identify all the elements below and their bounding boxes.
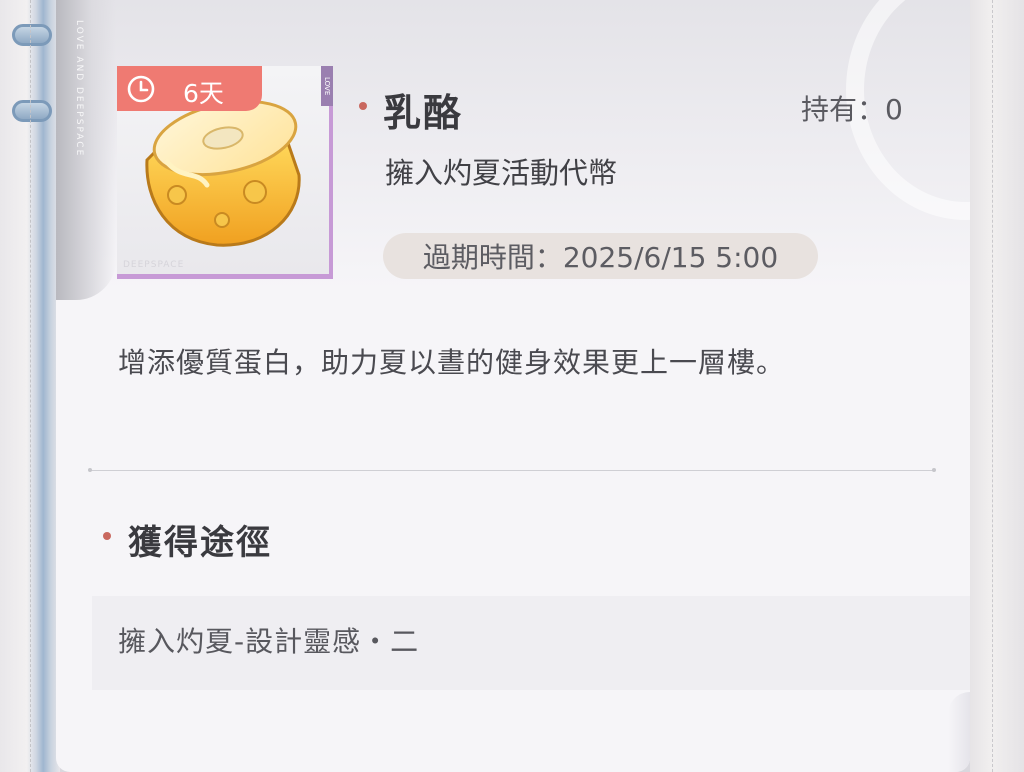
card-side-decoration: LOVE AND DEEPSPACE: [56, 0, 116, 300]
acquisition-source-label: 擁入灼夏-設計靈感・二: [118, 625, 420, 658]
item-name: 乳酪: [383, 90, 464, 135]
divider-dot: [932, 468, 936, 472]
item-description: 增添優質蛋白，助力夏以晝的健身效果更上一層樓。: [118, 346, 786, 379]
brand-vertical-text: LOVE AND DEEPSPACE: [74, 20, 84, 158]
bullet-dot: [359, 102, 367, 110]
section-divider: [90, 470, 934, 471]
binder-ring: [12, 100, 52, 122]
item-type: 擁入灼夏活動代幣: [385, 156, 618, 190]
cheese-icon: [145, 100, 301, 247]
timer-text: 6天: [183, 79, 224, 108]
binder-strip: [0, 0, 60, 772]
page-edge: [970, 0, 1024, 772]
thumbnail-watermark: DEEPSPACE: [123, 260, 185, 270]
item-detail-card: LOVE AND DEEPSPACE LOVE DEEPSPACE 6天 乳酪 …: [56, 0, 970, 772]
expiry-timer-badge: 6天: [117, 66, 262, 111]
rarity-tag: LOVE: [321, 66, 333, 106]
card-corner-tab: [948, 692, 970, 772]
divider-dot: [88, 468, 92, 472]
acquisition-source-item[interactable]: 擁入灼夏-設計靈感・二: [92, 596, 970, 690]
owned-count: 持有：0: [801, 93, 903, 126]
expire-time-pill: 過期時間：2025/6/15 5:00: [383, 233, 818, 279]
bullet-dot: [103, 532, 111, 540]
acquisition-section-title: 獲得途徑: [128, 523, 272, 563]
binder-ring: [12, 24, 52, 46]
clock-icon: [126, 74, 156, 104]
